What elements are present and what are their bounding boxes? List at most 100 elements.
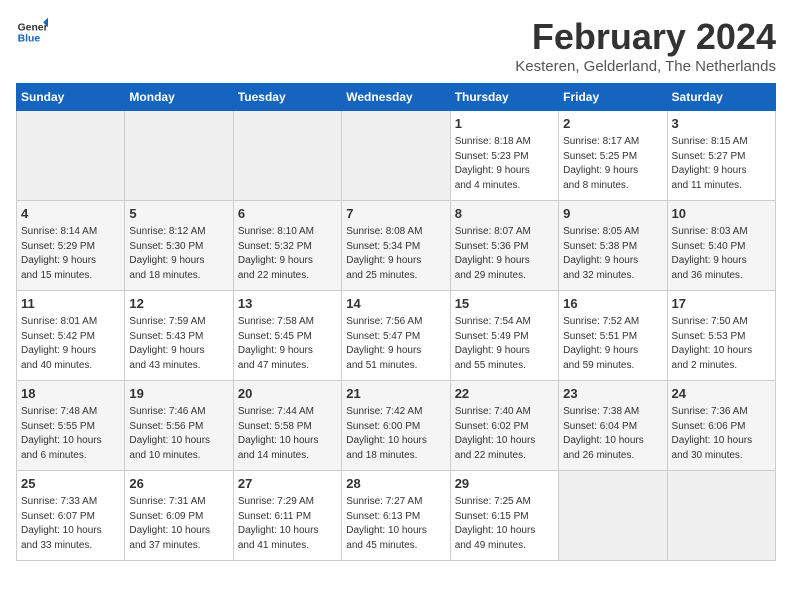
day-cell: 14 Sunrise: 7:56 AM Sunset: 5:47 PM Dayli…	[342, 291, 450, 381]
week-row-4: 18Sunrise: 7:48 AM Sunset: 5:55 PM Dayli…	[17, 381, 776, 471]
day-number: 25	[21, 475, 120, 493]
day-info: Sunrise: 7:38 AM Sunset: 6:04 PM Dayligh…	[563, 405, 662, 463]
month-title: February 2024	[515, 16, 776, 58]
day-number: 5	[129, 205, 228, 223]
day-cell: 6 Sunrise: 8:10 AM Sunset: 5:32 PM Daylig…	[233, 201, 341, 291]
day-info: Sunrise: 7:48 AM Sunset: 5:55 PM Dayligh…	[21, 405, 120, 463]
day-number: 16	[563, 295, 662, 313]
day-info: Sunrise: 8:17 AM Sunset: 5:25 PM Dayligh…	[563, 135, 662, 193]
day-cell: 10 Sunrise: 8:03 AM Sunset: 5:40 PM Dayli…	[667, 201, 775, 291]
day-cell: 3 Sunrise: 8:15 AM Sunset: 5:27 PM Daylig…	[667, 111, 775, 201]
day-cell: 17 Sunrise: 7:50 AM Sunset: 5:53 PM Dayli…	[667, 291, 775, 381]
day-cell: 29 Sunrise: 7:25 AM Sunset: 6:15 PM Dayli…	[450, 471, 558, 561]
location: Kesteren, Gelderland, The Netherlands	[515, 58, 776, 75]
day-number: 13	[238, 295, 337, 313]
day-cell: 24 Sunrise: 7:36 AM Sunset: 6:06 PM Dayli…	[667, 381, 775, 471]
day-number: 21	[346, 385, 445, 403]
col-header-friday: Friday	[559, 84, 667, 111]
title-area: February 2024 Kesteren, Gelderland, The …	[515, 16, 776, 75]
day-cell: 2Sunrise: 8:17 AM Sunset: 5:25 PM Daylig…	[559, 111, 667, 201]
day-info: Sunrise: 8:03 AM Sunset: 5:40 PM Dayligh…	[672, 225, 771, 283]
col-header-tuesday: Tuesday	[233, 84, 341, 111]
week-row-3: 11 Sunrise: 8:01 AM Sunset: 5:42 PM Dayli…	[17, 291, 776, 381]
col-header-saturday: Saturday	[667, 84, 775, 111]
day-number: 8	[455, 205, 554, 223]
day-info: Sunrise: 7:40 AM Sunset: 6:02 PM Dayligh…	[455, 405, 554, 463]
day-cell: 7 Sunrise: 8:08 AM Sunset: 5:34 PM Daylig…	[342, 201, 450, 291]
day-cell: 27 Sunrise: 7:29 AM Sunset: 6:11 PM Dayli…	[233, 471, 341, 561]
day-cell: 12 Sunrise: 7:59 AM Sunset: 5:43 PM Dayli…	[125, 291, 233, 381]
day-info: Sunrise: 7:56 AM Sunset: 5:47 PM Dayligh…	[346, 315, 445, 373]
svg-text:General: General	[18, 22, 48, 33]
day-cell: 13 Sunrise: 7:58 AM Sunset: 5:45 PM Dayli…	[233, 291, 341, 381]
header-row: SundayMondayTuesdayWednesdayThursdayFrid…	[17, 84, 776, 111]
day-number: 7	[346, 205, 445, 223]
day-cell: 21Sunrise: 7:42 AM Sunset: 6:00 PM Dayli…	[342, 381, 450, 471]
day-cell	[559, 471, 667, 561]
col-header-monday: Monday	[125, 84, 233, 111]
day-number: 4	[21, 205, 120, 223]
day-cell: 11 Sunrise: 8:01 AM Sunset: 5:42 PM Dayli…	[17, 291, 125, 381]
day-number: 19	[129, 385, 228, 403]
day-info: Sunrise: 8:10 AM Sunset: 5:32 PM Dayligh…	[238, 225, 337, 283]
day-number: 10	[672, 205, 771, 223]
col-header-thursday: Thursday	[450, 84, 558, 111]
day-info: Sunrise: 7:29 AM Sunset: 6:11 PM Dayligh…	[238, 495, 337, 553]
day-info: Sunrise: 7:44 AM Sunset: 5:58 PM Dayligh…	[238, 405, 337, 463]
day-number: 27	[238, 475, 337, 493]
day-info: Sunrise: 8:08 AM Sunset: 5:34 PM Dayligh…	[346, 225, 445, 283]
day-info: Sunrise: 8:01 AM Sunset: 5:42 PM Dayligh…	[21, 315, 120, 373]
day-number: 3	[672, 115, 771, 133]
day-number: 26	[129, 475, 228, 493]
day-cell: 18Sunrise: 7:48 AM Sunset: 5:55 PM Dayli…	[17, 381, 125, 471]
day-number: 12	[129, 295, 228, 313]
week-row-5: 25Sunrise: 7:33 AM Sunset: 6:07 PM Dayli…	[17, 471, 776, 561]
week-row-2: 4Sunrise: 8:14 AM Sunset: 5:29 PM Daylig…	[17, 201, 776, 291]
day-cell	[667, 471, 775, 561]
header: General Blue February 2024 Kesteren, Gel…	[16, 16, 776, 75]
day-cell: 26 Sunrise: 7:31 AM Sunset: 6:09 PM Dayli…	[125, 471, 233, 561]
day-number: 29	[455, 475, 554, 493]
day-info: Sunrise: 8:15 AM Sunset: 5:27 PM Dayligh…	[672, 135, 771, 193]
day-info: Sunrise: 8:12 AM Sunset: 5:30 PM Dayligh…	[129, 225, 228, 283]
day-number: 22	[455, 385, 554, 403]
svg-text:Blue: Blue	[18, 34, 41, 45]
day-cell: 23Sunrise: 7:38 AM Sunset: 6:04 PM Dayli…	[559, 381, 667, 471]
week-row-1: 1Sunrise: 8:18 AM Sunset: 5:23 PM Daylig…	[17, 111, 776, 201]
logo-icon: General Blue	[16, 16, 48, 48]
day-info: Sunrise: 7:46 AM Sunset: 5:56 PM Dayligh…	[129, 405, 228, 463]
day-info: Sunrise: 7:58 AM Sunset: 5:45 PM Dayligh…	[238, 315, 337, 373]
day-cell: 5 Sunrise: 8:12 AM Sunset: 5:30 PM Daylig…	[125, 201, 233, 291]
day-cell: 4Sunrise: 8:14 AM Sunset: 5:29 PM Daylig…	[17, 201, 125, 291]
day-number: 24	[672, 385, 771, 403]
day-number: 6	[238, 205, 337, 223]
day-number: 17	[672, 295, 771, 313]
day-number: 28	[346, 475, 445, 493]
day-cell: 22 Sunrise: 7:40 AM Sunset: 6:02 PM Dayli…	[450, 381, 558, 471]
day-cell: 28 Sunrise: 7:27 AM Sunset: 6:13 PM Dayli…	[342, 471, 450, 561]
day-cell: 15Sunrise: 7:54 AM Sunset: 5:49 PM Dayli…	[450, 291, 558, 381]
day-number: 14	[346, 295, 445, 313]
day-cell	[233, 111, 341, 201]
day-info: Sunrise: 7:31 AM Sunset: 6:09 PM Dayligh…	[129, 495, 228, 553]
day-info: Sunrise: 7:36 AM Sunset: 6:06 PM Dayligh…	[672, 405, 771, 463]
day-cell: 9 Sunrise: 8:05 AM Sunset: 5:38 PM Daylig…	[559, 201, 667, 291]
day-info: Sunrise: 7:27 AM Sunset: 6:13 PM Dayligh…	[346, 495, 445, 553]
day-cell: 20 Sunrise: 7:44 AM Sunset: 5:58 PM Dayli…	[233, 381, 341, 471]
day-cell: 1Sunrise: 8:18 AM Sunset: 5:23 PM Daylig…	[450, 111, 558, 201]
day-number: 9	[563, 205, 662, 223]
day-cell: 8 Sunrise: 8:07 AM Sunset: 5:36 PM Daylig…	[450, 201, 558, 291]
col-header-sunday: Sunday	[17, 84, 125, 111]
day-number: 20	[238, 385, 337, 403]
logo: General Blue	[16, 16, 48, 48]
day-info: Sunrise: 8:05 AM Sunset: 5:38 PM Dayligh…	[563, 225, 662, 283]
day-cell: 25Sunrise: 7:33 AM Sunset: 6:07 PM Dayli…	[17, 471, 125, 561]
day-cell	[17, 111, 125, 201]
day-number: 11	[21, 295, 120, 313]
day-info: Sunrise: 8:07 AM Sunset: 5:36 PM Dayligh…	[455, 225, 554, 283]
day-info: Sunrise: 8:18 AM Sunset: 5:23 PM Dayligh…	[455, 135, 554, 193]
day-info: Sunrise: 7:25 AM Sunset: 6:15 PM Dayligh…	[455, 495, 554, 553]
day-info: Sunrise: 7:59 AM Sunset: 5:43 PM Dayligh…	[129, 315, 228, 373]
day-info: Sunrise: 7:50 AM Sunset: 5:53 PM Dayligh…	[672, 315, 771, 373]
day-info: Sunrise: 7:54 AM Sunset: 5:49 PM Dayligh…	[455, 315, 554, 373]
